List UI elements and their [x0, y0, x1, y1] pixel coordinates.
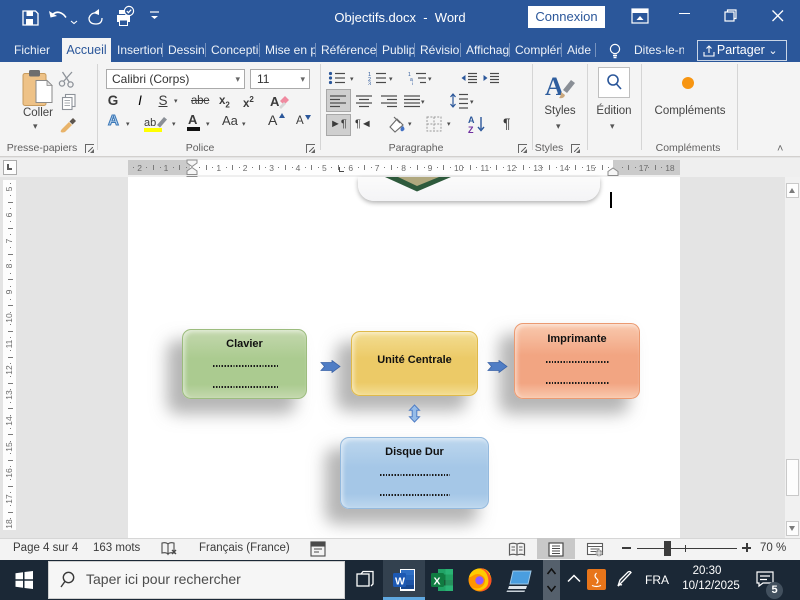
svg-text:3: 3 — [368, 82, 371, 86]
svg-text:ab: ab — [144, 117, 156, 129]
svg-text:X: X — [434, 576, 441, 588]
svg-text:Z: Z — [468, 125, 474, 134]
svg-text:A: A — [270, 94, 280, 109]
svg-text:W: W — [395, 576, 405, 588]
svg-text:i: i — [412, 82, 413, 86]
svg-text:A: A — [468, 115, 475, 125]
